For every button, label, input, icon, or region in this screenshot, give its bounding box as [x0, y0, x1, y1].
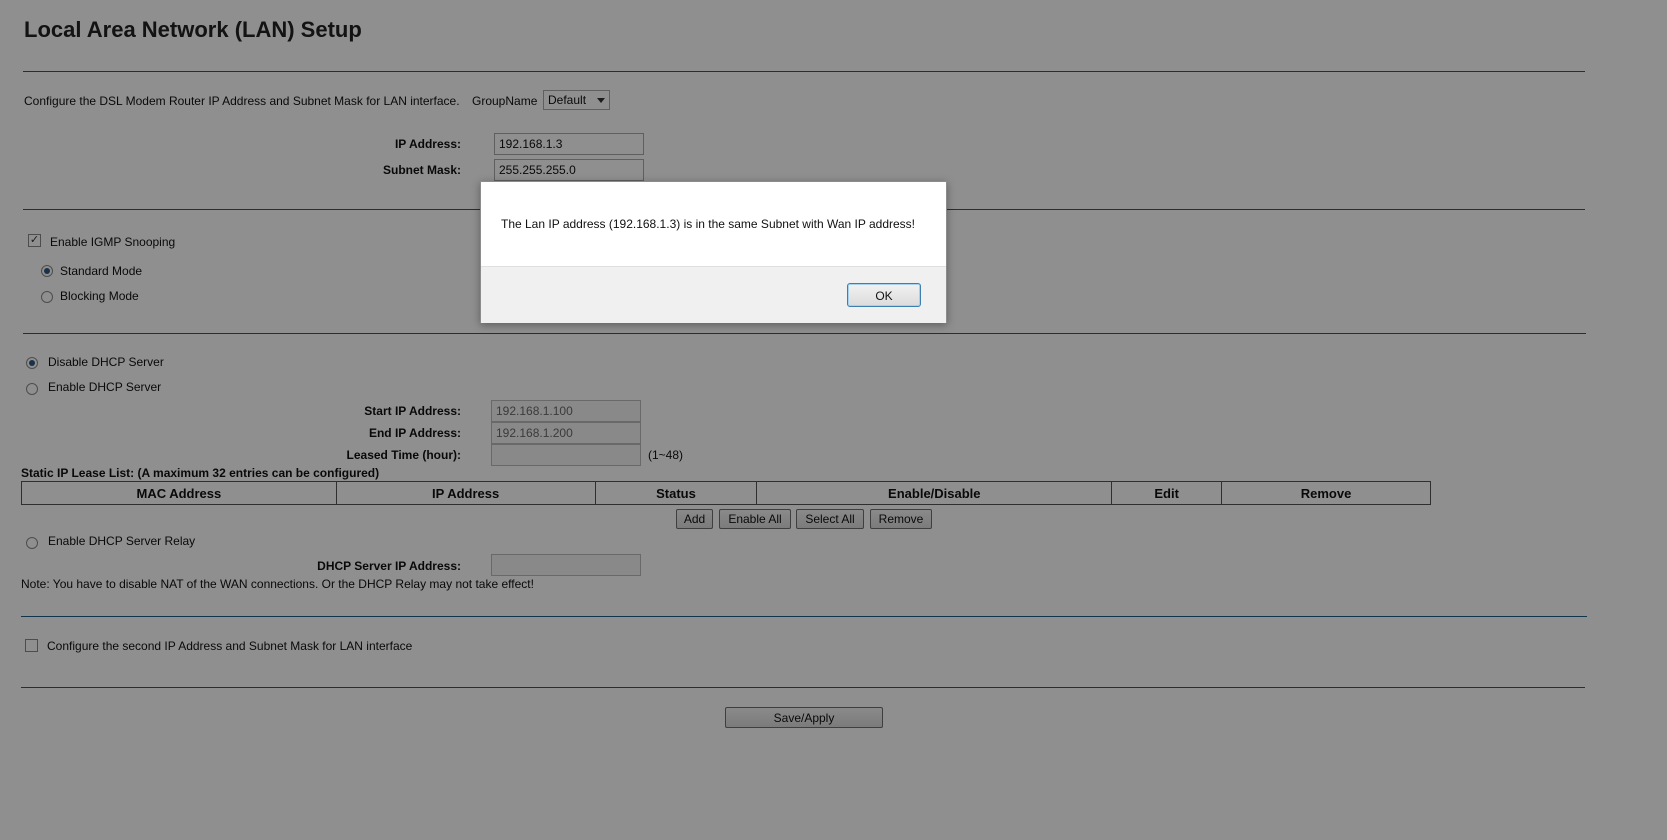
- alert-dialog: The Lan IP address (192.168.1.3) is in t…: [480, 181, 947, 323]
- dialog-body: The Lan IP address (192.168.1.3) is in t…: [481, 182, 946, 266]
- dialog-message: The Lan IP address (192.168.1.3) is in t…: [501, 217, 916, 231]
- dialog-footer: OK: [481, 266, 946, 323]
- ok-button[interactable]: OK: [847, 283, 921, 307]
- modal-backdrop[interactable]: [0, 0, 1667, 840]
